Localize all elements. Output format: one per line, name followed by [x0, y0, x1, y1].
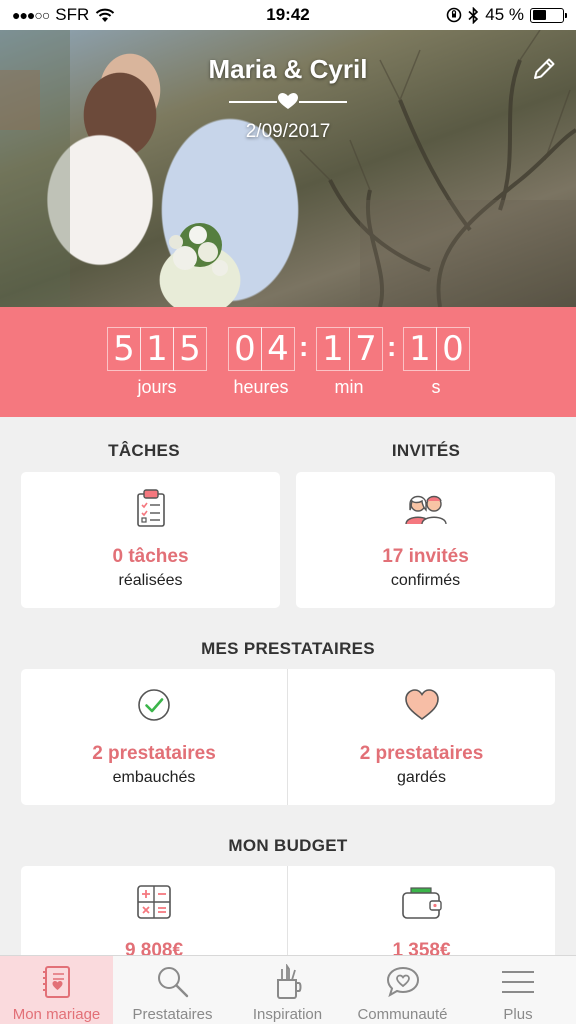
countdown-digit: 0: [228, 327, 262, 371]
countdown-digit: 7: [349, 327, 383, 371]
tasks-title: TÂCHES: [108, 441, 180, 460]
countdown-digit: 4: [261, 327, 295, 371]
notebook-icon: [42, 966, 70, 998]
tab-label: Mon mariage: [12, 1006, 101, 1023]
countdown-digit: 1: [316, 327, 350, 371]
battery-percent: 45 %: [485, 5, 524, 24]
tab-label: Communauté: [357, 1006, 448, 1023]
heart-icon: [404, 689, 439, 720]
wedding-date: 2/09/2017: [245, 121, 331, 142]
hours-label: heures: [233, 377, 289, 397]
couple-guests-icon: [404, 495, 447, 525]
countdown-separator: :: [299, 331, 309, 362]
countdown-seconds: 1 0: [403, 327, 470, 371]
tasks-count: 0 tâches: [112, 546, 189, 567]
countdown-minutes: 1 7: [316, 327, 383, 371]
battery-level: [532, 10, 546, 20]
divider-line-left: [229, 101, 277, 103]
checkmark-circle-icon: [138, 689, 170, 721]
guests-count: 17 invités: [382, 546, 469, 567]
minutes-label: min: [334, 377, 364, 397]
tasks-cell: 0 tâches réalisées: [21, 472, 280, 608]
vendors-hired-count: 2 prestataires: [92, 743, 216, 764]
tab-label: Prestataires: [132, 1006, 213, 1023]
carrier-name: SFR: [55, 5, 90, 24]
calculator-icon: [137, 885, 171, 919]
tab-mon-mariage[interactable]: Mon mariage: [0, 956, 113, 1024]
tab-label: Inspiration: [252, 1006, 323, 1023]
tab-prestataires[interactable]: Prestataires: [115, 956, 230, 1024]
divider-line-right: [299, 101, 347, 103]
hero-divider: [229, 92, 347, 110]
tab-label: Plus: [503, 1006, 533, 1023]
tab-communaute[interactable]: Communauté: [345, 956, 460, 1024]
seconds-label: s: [431, 377, 441, 397]
countdown-digit: 0: [436, 327, 470, 371]
tasks-status: réalisées: [118, 572, 183, 589]
heart-icon: [278, 93, 298, 109]
guests-status: confirmés: [390, 572, 461, 589]
chat-heart-icon: [386, 966, 419, 998]
vendors-hired-cell[interactable]: 2 prestataires embauchés: [21, 669, 287, 805]
countdown-digit: 5: [107, 327, 141, 371]
budget-title: MON BUDGET: [228, 836, 348, 855]
guests-card[interactable]: 17 invités confirmés: [296, 472, 555, 608]
vendors-saved-count: 2 prestataires: [359, 743, 484, 764]
tab-bar: Mon mariage Prestataires Inspiration Com…: [0, 955, 576, 1024]
pencil-cup-icon: [276, 964, 301, 999]
clipboard-checklist-icon: [136, 489, 165, 527]
tasks-card[interactable]: 0 tâches réalisées: [21, 472, 280, 608]
tab-inspiration[interactable]: Inspiration: [230, 956, 345, 1024]
status-left: ●●●○○ SFR: [12, 5, 115, 25]
days-label: jours: [137, 377, 177, 397]
wallet-icon: [401, 887, 442, 919]
countdown-separator: :: [387, 331, 397, 362]
edit-pencil-icon[interactable]: [530, 55, 558, 83]
tab-plus[interactable]: Plus: [460, 956, 576, 1024]
wifi-icon: [96, 8, 115, 22]
vendors-card: 2 prestataires embauchés 2 prestataires …: [21, 669, 555, 805]
vendors-hired-label: embauchés: [112, 769, 196, 786]
bluetooth-icon: [468, 6, 479, 24]
countdown-digit: 5: [173, 327, 207, 371]
vendors-title: MES PRESTATAIRES: [201, 639, 375, 658]
countdown-digit: 1: [140, 327, 174, 371]
countdown-banner: 5 1 5 jours 0 4 : heures 1 7 : min 1 0 s: [0, 307, 576, 417]
countdown-days: 5 1 5: [107, 327, 207, 371]
status-right: 45 %: [446, 5, 567, 25]
countdown-digit: 1: [403, 327, 437, 371]
signal-strength-icon: ●●●○○: [12, 7, 50, 23]
battery-icon: [530, 7, 567, 23]
hero-photo: Maria & Cyril 2/09/2017: [0, 30, 576, 307]
vendors-saved-label: gardés: [397, 769, 446, 786]
menu-icon: [502, 971, 534, 993]
vendors-saved-cell[interactable]: 2 prestataires gardés: [288, 669, 555, 805]
status-bar: ●●●○○ SFR 19:42 45 %: [0, 0, 576, 30]
guests-title: INVITÉS: [391, 441, 461, 460]
search-icon: [157, 967, 188, 998]
guests-cell: 17 invités confirmés: [296, 472, 555, 608]
couple-names: Maria & Cyril: [208, 54, 368, 84]
countdown-hours: 0 4: [228, 327, 295, 371]
orientation-lock-icon: [446, 7, 462, 23]
